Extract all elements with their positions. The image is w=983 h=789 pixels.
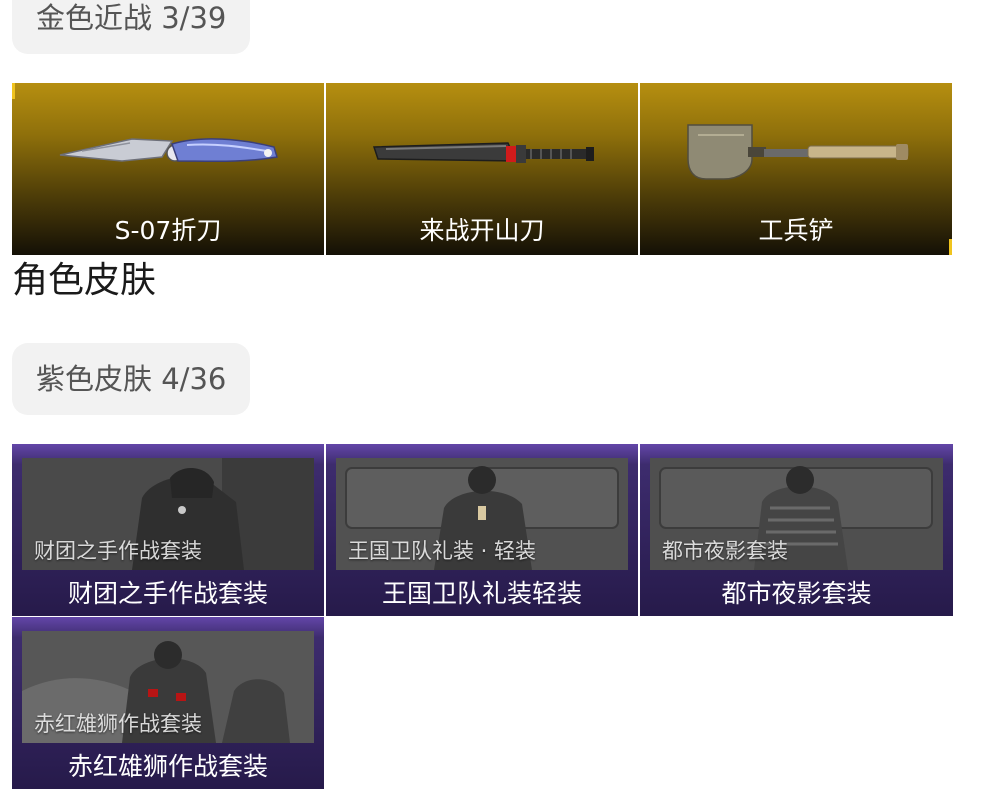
skin-preview-caption: 王国卫队礼装 · 轻装 xyxy=(348,539,537,563)
skin-preview-caption: 财团之手作战套装 xyxy=(34,539,202,563)
skin-preview-image: 赤红雄狮作战套装 xyxy=(22,631,314,743)
gold-item-label: 工兵铲 xyxy=(758,216,834,245)
skin-name: 财团之手作战套装 xyxy=(67,579,268,608)
machete-icon xyxy=(372,142,594,163)
purple-skins-count-chip[interactable]: 紫色皮肤 4/36 xyxy=(12,343,251,415)
skin-preview-caption: 都市夜影套装 xyxy=(662,539,788,563)
gold-melee-title: 金色近战 3/39 xyxy=(36,1,227,35)
skin-name: 都市夜影套装 xyxy=(721,579,872,608)
skin-card[interactable]: 王国卫队礼装 · 轻装 王国卫队礼装轻装 xyxy=(326,444,638,616)
skin-card[interactable]: 都市夜影套装 都市夜影套装 xyxy=(640,444,953,616)
skin-card[interactable]: 财团之手作战套装 财团之手作战套装 xyxy=(12,444,324,616)
gold-item-label: 来战开山刀 xyxy=(419,216,545,245)
skin-name: 赤红雄狮作战套装 xyxy=(67,752,268,781)
gold-item-card[interactable]: S-07折刀 xyxy=(12,83,324,255)
purple-skins-title: 紫色皮肤 4/36 xyxy=(36,362,227,396)
section-heading-character-skins: 角色皮肤 xyxy=(12,260,157,301)
skin-preview-caption: 赤红雄狮作战套装 xyxy=(34,712,202,736)
gold-melee-row: S-07折刀 来战开山刀 工兵铲 xyxy=(12,83,954,255)
card-corner-accent xyxy=(12,83,15,99)
gold-item-card[interactable]: 工兵铲 xyxy=(640,83,952,255)
skin-card[interactable]: 赤红雄狮作战套装 赤红雄狮作战套装 xyxy=(12,617,324,789)
skin-preview-image: 财团之手作战套装 xyxy=(22,458,314,570)
skin-name: 王国卫队礼装轻装 xyxy=(381,579,582,608)
shovel-icon xyxy=(687,124,909,180)
folding-knife-icon xyxy=(59,138,278,163)
gold-melee-count-chip[interactable]: 金色近战 3/39 xyxy=(12,0,251,54)
gold-item-card[interactable]: 来战开山刀 xyxy=(326,83,638,255)
gold-item-label: S-07折刀 xyxy=(114,216,222,245)
skin-preview-image: 都市夜影套装 xyxy=(650,458,943,570)
skin-preview-image: 王国卫队礼装 · 轻装 xyxy=(336,458,628,570)
